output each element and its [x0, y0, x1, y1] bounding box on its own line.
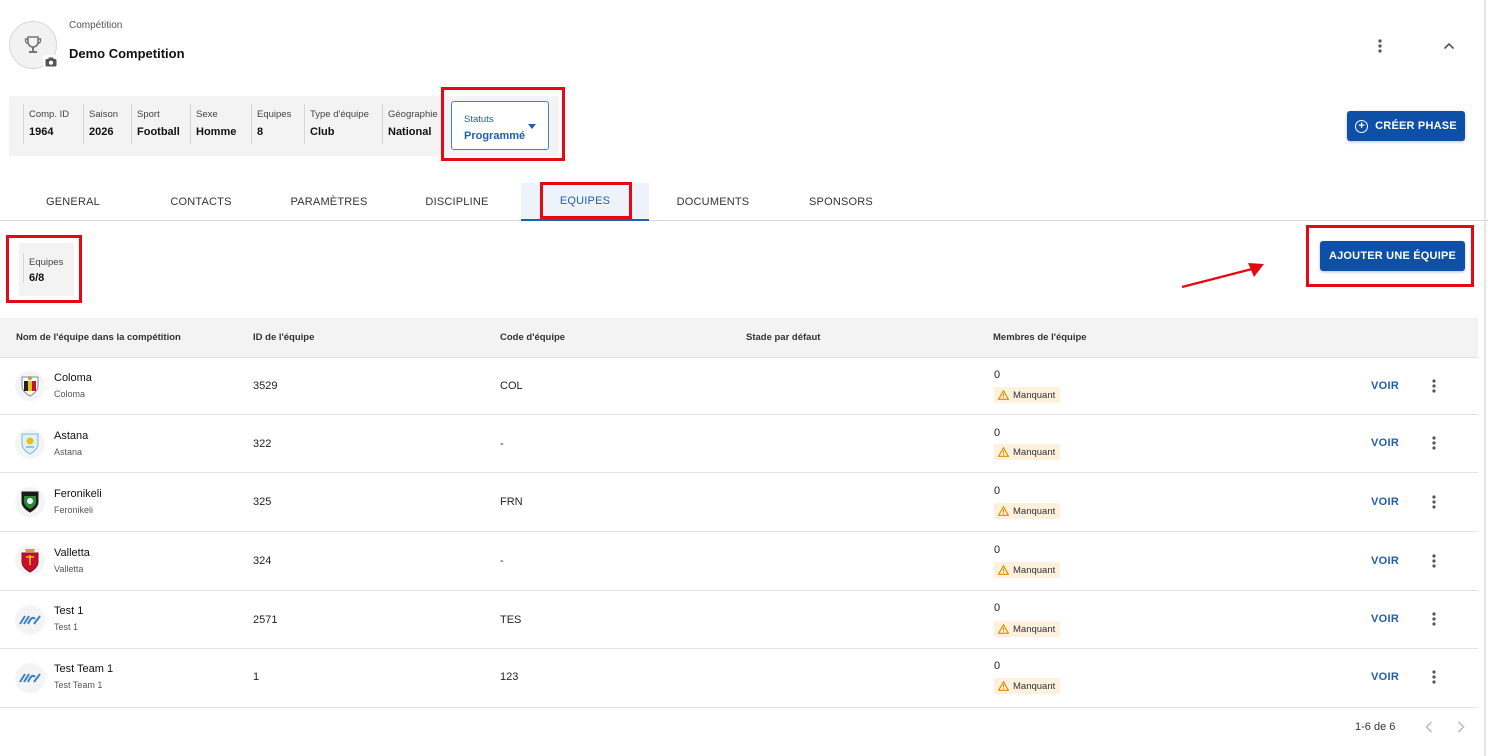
- tab-sponsors[interactable]: SPONSORS: [777, 183, 905, 221]
- chevron-left-icon[interactable]: [1421, 719, 1437, 735]
- info-sport: Sport Football: [131, 104, 180, 144]
- info-equipes: Equipes 8: [251, 104, 291, 144]
- warning-icon: [998, 681, 1009, 691]
- status-badge: Manquant: [994, 562, 1061, 578]
- tab-discipline[interactable]: DISCIPLINE: [393, 183, 521, 221]
- table-row[interactable]: Test 1 Test 1 2571 TES 0 Manquant VOIR: [0, 591, 1478, 649]
- voir-link[interactable]: VOIR: [1371, 496, 1399, 508]
- vertical-scrollbar[interactable]: [1484, 0, 1486, 756]
- tab-bar: GENERAL CONTACTS PARAMÈTRES DISCIPLINE E…: [0, 183, 1488, 221]
- tab-contacts[interactable]: CONTACTS: [137, 183, 265, 221]
- status-badge: Manquant: [994, 621, 1061, 637]
- chevron-up-icon[interactable]: [1439, 36, 1459, 56]
- pagination-range: 1-6 de 6: [1355, 721, 1396, 733]
- col-team-id[interactable]: ID de l'équipe: [253, 332, 314, 343]
- camera-icon[interactable]: [43, 55, 59, 69]
- info-comp-id: Comp. ID 1964: [23, 104, 69, 144]
- coloma-crest-icon: [15, 371, 45, 401]
- table-row[interactable]: Astana Astana 322 - 0 Manquant VOIR: [0, 415, 1478, 473]
- generic-team-logo-icon: [15, 663, 45, 693]
- row-more-options-icon[interactable]: [1424, 492, 1444, 512]
- col-team-code[interactable]: Code d'équipe: [500, 332, 565, 343]
- row-more-options-icon[interactable]: [1424, 376, 1444, 396]
- col-default-stadium[interactable]: Stade par défaut: [746, 332, 820, 343]
- valletta-crest-icon: [15, 545, 45, 575]
- team-count-box: Equipes 6/8: [19, 243, 74, 296]
- status-label: Statuts: [464, 114, 494, 125]
- caret-down-icon: [528, 124, 536, 129]
- voir-link[interactable]: VOIR: [1371, 671, 1399, 683]
- table-row[interactable]: Valletta Valletta 324 - 0 Manquant VOIR: [0, 532, 1478, 591]
- voir-link[interactable]: VOIR: [1371, 380, 1399, 392]
- status-badge: Manquant: [994, 678, 1061, 694]
- tab-parametres[interactable]: PARAMÈTRES: [265, 183, 393, 221]
- warning-icon: [998, 506, 1009, 516]
- create-phase-button[interactable]: + CRÉER PHASE: [1347, 111, 1465, 141]
- tab-documents[interactable]: DOCUMENTS: [649, 183, 777, 221]
- row-more-options-icon[interactable]: [1424, 609, 1444, 629]
- team-count-label: Equipes: [29, 257, 64, 268]
- info-saison: Saison 2026: [83, 104, 118, 144]
- tab-equipes[interactable]: EQUIPES: [521, 183, 649, 221]
- team-count-value: 6/8: [29, 272, 45, 284]
- warning-icon: [998, 390, 1009, 400]
- warning-icon: [998, 624, 1009, 634]
- status-badge: Manquant: [994, 503, 1061, 519]
- trophy-icon: [24, 36, 42, 53]
- info-geographie: Géographie National: [382, 104, 438, 144]
- astana-crest-icon: [15, 429, 45, 459]
- voir-link[interactable]: VOIR: [1371, 613, 1399, 625]
- status-badge: Manquant: [994, 444, 1061, 460]
- feronikeli-crest-icon: [15, 487, 45, 517]
- table-row[interactable]: Test Team 1 Test Team 1 1 123 0 Manquant…: [0, 649, 1478, 708]
- info-sexe: Sexe Homme: [190, 104, 236, 144]
- voir-link[interactable]: VOIR: [1371, 437, 1399, 449]
- warning-icon: [998, 565, 1009, 575]
- more-options-icon[interactable]: [1370, 36, 1390, 56]
- col-team-name[interactable]: Nom de l'équipe dans la compétition: [16, 332, 181, 343]
- chevron-right-icon[interactable]: [1453, 719, 1469, 735]
- status-dropdown[interactable]: Statuts Programmé: [451, 101, 549, 150]
- plus-circle-icon: +: [1355, 119, 1369, 133]
- table-row[interactable]: Feronikeli Feronikeli 325 FRN 0 Manquant…: [0, 473, 1478, 532]
- status-badge: Manquant: [994, 387, 1061, 403]
- competition-title: Demo Competition: [69, 46, 185, 61]
- competition-header: Compétition Demo Competition: [0, 0, 1488, 88]
- voir-link[interactable]: VOIR: [1371, 555, 1399, 567]
- warning-icon: [998, 447, 1009, 457]
- tab-general[interactable]: GENERAL: [0, 183, 146, 221]
- generic-team-logo-icon: [15, 605, 45, 635]
- info-type-equipe: Type d'équipe Club: [304, 104, 369, 144]
- red-arrow-icon: [1181, 263, 1264, 289]
- status-value: Programmé: [464, 130, 526, 142]
- row-more-options-icon[interactable]: [1424, 667, 1444, 687]
- row-more-options-icon[interactable]: [1424, 551, 1444, 571]
- row-more-options-icon[interactable]: [1424, 433, 1444, 453]
- table-header: Nom de l'équipe dans la compétition ID d…: [0, 318, 1478, 358]
- add-team-button[interactable]: AJOUTER UNE ÉQUIPE: [1320, 241, 1465, 271]
- col-team-members[interactable]: Membres de l'équipe: [993, 332, 1087, 343]
- table-row[interactable]: Coloma Coloma 3529 COL 0 Manquant VOIR: [0, 358, 1478, 415]
- competition-label: Compétition: [69, 20, 123, 31]
